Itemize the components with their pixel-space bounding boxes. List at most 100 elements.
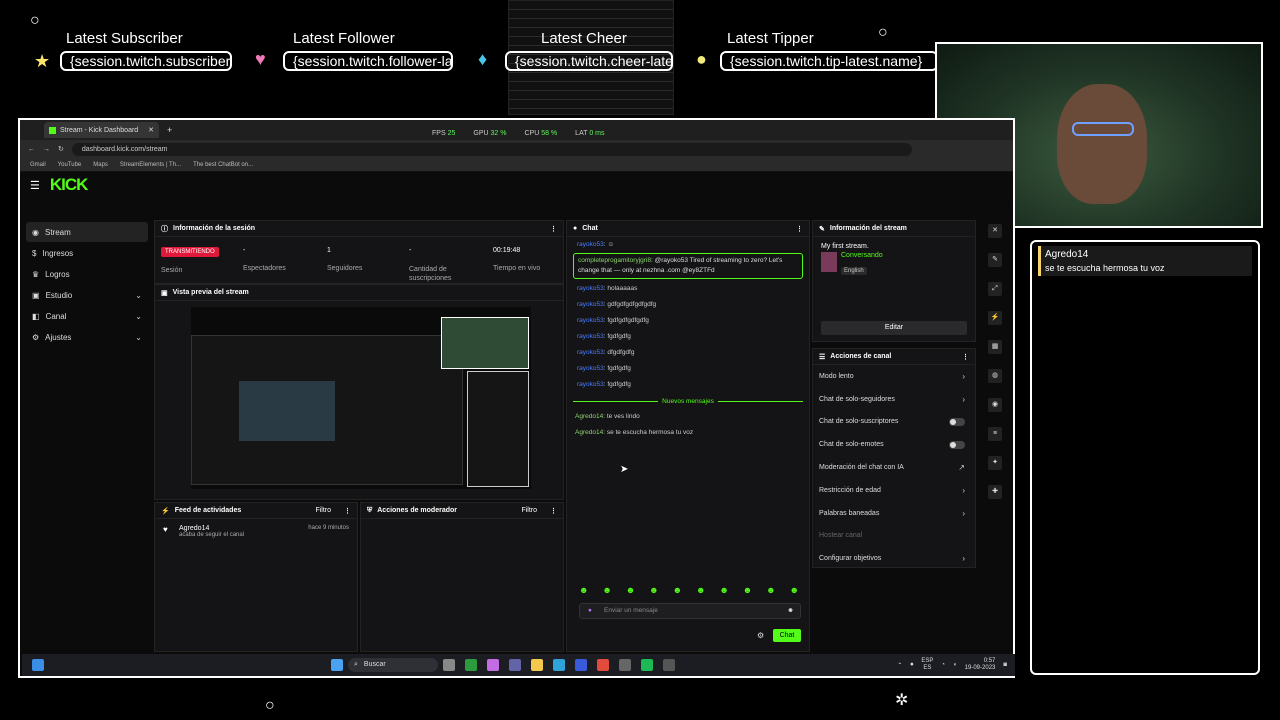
volume-icon[interactable]: ◖	[953, 662, 957, 668]
emote-icon[interactable]: ☻	[673, 585, 682, 595]
wifi-icon[interactable]: ◔	[941, 662, 945, 668]
copilot-icon[interactable]	[487, 659, 499, 671]
latest-subscriber-title: Latest Subscriber	[66, 30, 183, 47]
tab-kick-dashboard[interactable]: Stream - Kick Dashboard ✕	[44, 122, 159, 138]
action-followers-only[interactable]: Chat de solo-seguidores ›	[813, 388, 975, 411]
close-tab-icon[interactable]: ✕	[148, 126, 154, 134]
emote-icon[interactable]: ☻	[579, 585, 588, 595]
bookmark-youtube[interactable]: YouTube	[58, 162, 82, 168]
bolt-icon[interactable]: ⚡	[988, 311, 1002, 325]
activity-feed-header: ⚡ Feed de actividades Filtro ⋮	[155, 503, 357, 519]
edit-icon[interactable]: ✎	[988, 253, 1002, 267]
action-banned-words[interactable]: Palabras baneadas ›	[813, 502, 975, 525]
teams-icon[interactable]	[509, 659, 521, 671]
kebab-icon[interactable]: ⋮	[962, 353, 969, 361]
forward-icon[interactable]: →	[43, 146, 50, 153]
stat-subs-value: -	[409, 247, 412, 254]
emotes-only-toggle[interactable]	[949, 440, 965, 449]
emote-icon[interactable]: ☻	[790, 585, 799, 595]
emote-icon[interactable]: ☻	[626, 585, 635, 595]
action-emotes-only[interactable]: Chat de solo-emotes	[813, 433, 975, 456]
bookmark-streamelements[interactable]: StreamElements | Th...	[120, 162, 181, 168]
xbox-icon[interactable]	[465, 659, 477, 671]
subscribers-only-toggle[interactable]	[949, 417, 965, 426]
activity-filter-button[interactable]: Filtro	[315, 507, 331, 514]
action-subscribers-only[interactable]: Chat de solo-suscriptores	[813, 411, 975, 434]
chat-panel: ● Chat ⋮ rayoko53: ☺ completeprogamitoryjg…	[566, 220, 810, 652]
bookmark-maps[interactable]: Maps	[93, 162, 108, 168]
sparkle-icon: ○	[30, 12, 40, 29]
edge-icon[interactable]	[553, 659, 565, 671]
overlay-chat-widget: Agredo14 se te escucha hermosa tu voz	[1030, 240, 1260, 675]
app-icon[interactable]	[619, 659, 631, 671]
category-name[interactable]: Conversando	[841, 252, 883, 259]
close-icon[interactable]: ✕	[988, 224, 1002, 238]
action-age-restriction[interactable]: Restricción de edad ›	[813, 479, 975, 502]
lat-value: 0 ms	[589, 130, 605, 137]
calendar-icon[interactable]: ▦	[988, 340, 1002, 354]
explorer-icon[interactable]	[531, 659, 543, 671]
overlay-chat-text: se te escucha hermosa tu voz	[1045, 263, 1165, 273]
emote-icon[interactable]: ☻	[743, 585, 752, 595]
bookmark-gmail[interactable]: Gmail	[30, 162, 46, 168]
sidebar-item-ajustes[interactable]: ⚙ Ajustes ⌄	[26, 327, 148, 347]
emote-icon[interactable]: ☻	[649, 585, 658, 595]
app-icon[interactable]	[663, 659, 675, 671]
wrench-icon[interactable]: ✦	[988, 456, 1002, 470]
chat-input[interactable]: ● Enviar un mensaje ☻	[579, 603, 801, 619]
notification-icon[interactable]: ◙	[1003, 662, 1007, 668]
kebab-icon[interactable]: ⋮	[796, 225, 803, 233]
sidebar-item-ingresos[interactable]: $ Ingresos	[26, 243, 148, 263]
chevron-right-icon: ›	[962, 554, 965, 564]
glasses-shape	[1072, 122, 1134, 136]
url-input[interactable]: dashboard.kick.com/stream	[71, 142, 912, 156]
chat-send-button[interactable]: Chat	[773, 629, 801, 642]
heart-icon: ♥	[255, 49, 266, 69]
sparkle-icon: ○	[878, 24, 888, 41]
back-icon[interactable]: ←	[28, 146, 35, 153]
chat-message: rayoko53: dfgdfgdfg	[577, 349, 635, 356]
kebab-icon[interactable]: ⋮	[550, 225, 557, 233]
action-host-channel: Hostear canal	[819, 532, 863, 540]
action-ai-moderation[interactable]: Moderación del chat con IA ↗	[813, 456, 975, 479]
widgets-icon[interactable]	[32, 659, 44, 671]
task-view-icon[interactable]	[443, 659, 455, 671]
moderator-filter-button[interactable]: Filtro	[521, 507, 537, 514]
windows-start-icon[interactable]	[331, 659, 343, 671]
chrome-icon[interactable]	[597, 659, 609, 671]
broadcast-icon[interactable]: ◉	[988, 398, 1002, 412]
list-icon[interactable]: ≡	[988, 427, 1002, 441]
kebab-icon[interactable]: ⋮	[550, 507, 557, 515]
mic-icon[interactable]: ⏺	[910, 662, 913, 669]
emote-icon[interactable]: ☻	[719, 585, 728, 595]
emoji-icon[interactable]: ☻	[787, 604, 794, 618]
chevron-up-icon[interactable]: ⌃	[897, 662, 902, 669]
menu-icon[interactable]: ☰	[30, 179, 40, 192]
emote-icon[interactable]: ☻	[602, 585, 611, 595]
chat-bubble-icon[interactable]: ◍	[988, 369, 1002, 383]
kick-logo[interactable]: KICK	[50, 175, 89, 195]
bookmark-chatbot[interactable]: The best ChatBot on...	[193, 162, 253, 168]
emote-icon[interactable]: ☻	[766, 585, 775, 595]
kebab-icon[interactable]: ⋮	[344, 507, 351, 515]
taskbar-search[interactable]: ⌕ Buscar	[348, 658, 438, 672]
edit-button[interactable]: Editar	[821, 321, 967, 335]
reload-icon[interactable]: ↻	[58, 145, 64, 153]
obs-icon[interactable]	[575, 659, 587, 671]
new-tab-icon[interactable]: +	[167, 125, 172, 135]
mic-icon[interactable]: ●	[588, 604, 592, 618]
sidebar-item-logros[interactable]: ♛ Logros	[26, 264, 148, 284]
emote-icon[interactable]: ☻	[696, 585, 705, 595]
sidebar-item-canal[interactable]: ◧ Canal ⌄	[26, 306, 148, 326]
chat-message: rayoko53: fgdfgdfg	[577, 381, 631, 388]
sidebar-item-stream[interactable]: ◉ Stream	[26, 222, 148, 242]
address-bar: ← → ↻ dashboard.kick.com/stream	[20, 140, 1013, 158]
spotify-icon[interactable]	[641, 659, 653, 671]
chat-settings-icon[interactable]: ⚙	[757, 631, 764, 640]
kick-header: ☰ KICK	[20, 172, 1013, 198]
sidebar-item-estudio[interactable]: ▣ Estudio ⌄	[26, 285, 148, 305]
puzzle-icon[interactable]: ✚	[988, 485, 1002, 499]
expand-icon[interactable]: ⤢	[988, 282, 1002, 296]
action-slow-mode[interactable]: Modo lento ›	[813, 365, 975, 388]
action-configure-goals[interactable]: Configurar objetivos ›	[813, 547, 975, 570]
